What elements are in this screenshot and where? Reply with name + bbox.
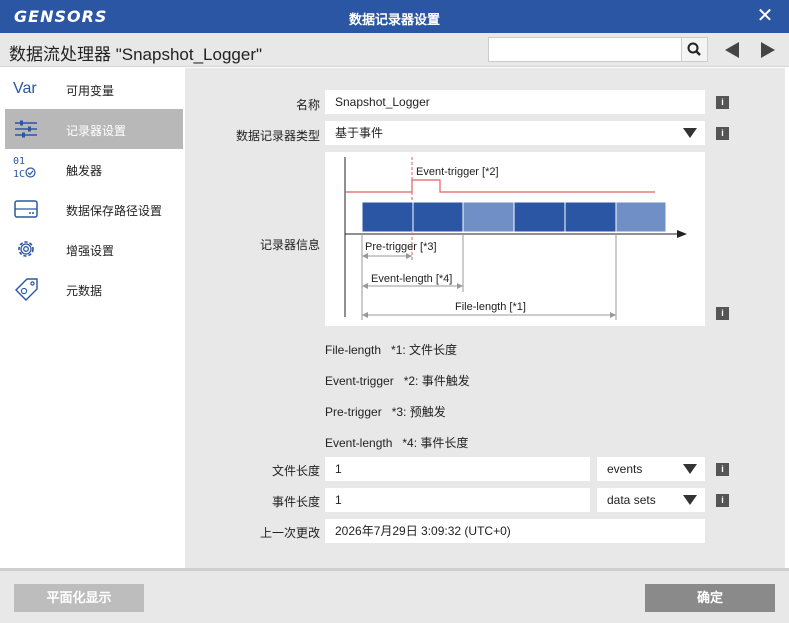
footer-bar: 平面化显示 确定 [0,568,789,623]
event-block-6 [615,201,667,233]
name-field[interactable]: Snapshot_Logger [325,90,705,114]
sidebar-item-trigger[interactable]: 01 1C 触发器 [5,149,183,189]
sidebar-item-logger-settings[interactable]: 记录器设置 [5,109,183,149]
sidebar-item-metadata[interactable]: 元数据 [5,269,183,309]
window-title: 数据记录器设置 [348,12,440,27]
event-block-4 [513,201,566,233]
logger-timing-diagram: Event-trigger [*2] Pre-trigger [*3] Even… [325,152,705,326]
event-block-2 [412,201,464,233]
sidebar-item-label: 增强设置 [66,244,115,258]
file-length-input[interactable]: 1 [325,457,590,481]
binary-check-icon: 01 1C [13,157,39,181]
legend-item: Pre-trigger *3: 预触发 [325,405,446,419]
sidebar-item-label: 数据保存路径设置 [66,204,163,218]
last-changed-label: 上一次更改 [259,526,320,540]
pre-trigger-arrow-left [362,253,368,259]
title-bar: GENSORS 数据记录器设置 ✕ [0,0,789,33]
pre-trigger-label: Pre-trigger [*3] [365,241,437,253]
sidebar-item-enhanced[interactable]: 增强设置 [5,229,183,269]
sidebar-item-label: 触发器 [66,164,103,178]
sidebar-item-save-path[interactable]: 数据保存路径设置 [5,189,183,229]
event-block-1 [361,201,414,233]
event-length-info-icon[interactable]: i [716,494,729,507]
chevron-down-icon [683,128,697,138]
file-length-diagram-label: File-length [*1] [455,301,526,313]
event-length-unit-select[interactable]: data sets [597,488,705,512]
event-block-3 [462,201,515,233]
file-length-info-icon[interactable]: i [716,463,729,476]
tag-icon [15,278,38,301]
event-length-diagram-label: Event-length [*4] [371,273,452,285]
logger-type-select[interactable]: 基于事件 [325,121,705,145]
sidebar-item-label: 记录器设置 [66,124,127,138]
header-bar: 数据流处理器 "Snapshot_Logger" [0,33,789,67]
chevron-down-icon [683,495,697,505]
event-block-5 [564,201,617,233]
name-info-icon[interactable]: i [716,96,729,109]
event-trigger-label: Event-trigger [*2] [416,166,499,178]
type-info-icon[interactable]: i [716,127,729,140]
name-label: 名称 [295,98,320,112]
logger-settings-panel: 名称 Snapshot_Logger i 数据记录器类型 基于事件 i 记录器信… [185,68,785,568]
page-title: 数据流处理器 "Snapshot_Logger" [9,45,263,64]
legend-item: Event-trigger *2: 事件触发 [325,374,470,388]
chevron-down-icon [683,464,697,474]
logger-info-label: 记录器信息 [259,238,320,252]
trigger-signal-line [345,179,655,193]
sidebar: Var 可用变量 记录器设置 01 1C 触发器 数据保存路径设置 增强设置 元… [5,68,183,568]
diagram-info-icon[interactable]: i [716,307,729,320]
var-icon: Var [13,80,37,97]
event-length-label: 事件长度 [271,495,320,509]
sidebar-item-label: 元数据 [66,284,103,298]
file-length-label: 文件长度 [271,464,320,478]
type-label: 数据记录器类型 [235,129,320,143]
ok-button[interactable]: 确定 [645,584,775,612]
legend-item: Event-length *4: 事件长度 [325,436,469,450]
sidebar-item-label: 可用变量 [66,84,115,98]
next-arrow-icon[interactable] [760,41,776,59]
event-length-unit-value: data sets [607,493,656,507]
close-icon[interactable]: ✕ [755,5,775,27]
file-length-arrow-left [362,312,368,318]
file-length-arrow-right [610,312,616,318]
logger-type-value: 基于事件 [335,126,384,140]
file-length-unit-select[interactable]: events [597,457,705,481]
pre-trigger-arrow-right [406,253,412,259]
search-icon [687,42,701,56]
flatten-view-button[interactable]: 平面化显示 [14,584,144,612]
sidebar-item-variables[interactable]: Var 可用变量 [5,69,183,109]
storage-icon [14,200,38,218]
sliders-icon [15,120,37,138]
x-axis-arrow [677,230,687,238]
file-length-unit-value: events [607,462,643,476]
search-button[interactable] [682,37,708,62]
legend-item: File-length *1: 文件长度 [325,343,458,357]
previous-arrow-icon[interactable] [724,41,740,59]
event-length-arrow-right [457,283,463,289]
search-input[interactable] [488,37,682,62]
event-length-arrow-left [362,283,368,289]
gear-icon [18,241,34,257]
last-changed-value: 2026年7月29日 3:09:32 (UTC+0) [325,519,705,543]
event-length-input[interactable]: 1 [325,488,590,512]
